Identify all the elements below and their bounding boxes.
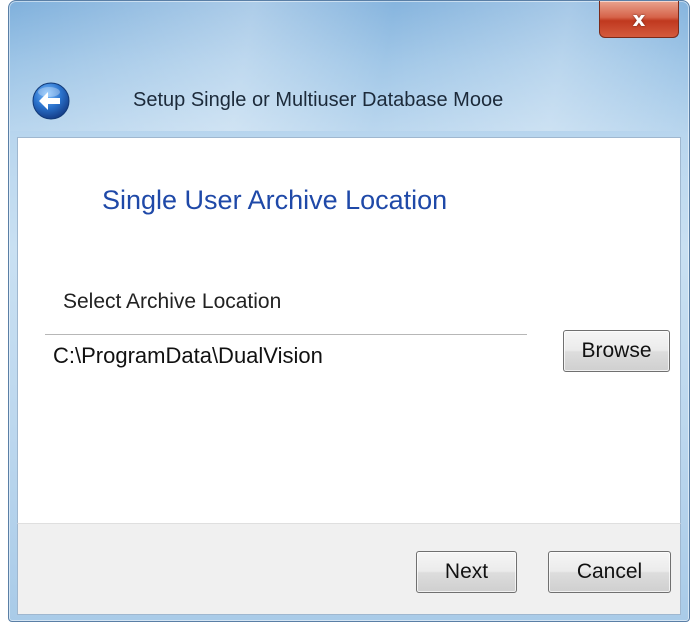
close-icon: x <box>632 7 646 31</box>
archive-path-input[interactable] <box>45 334 527 372</box>
browse-button[interactable]: Browse <box>563 330 670 372</box>
dialog-footer: Next Cancel <box>17 523 681 615</box>
content-panel: Single User Archive Location Select Arch… <box>17 137 681 525</box>
next-button[interactable]: Next <box>416 551 517 593</box>
back-arrow-icon <box>32 82 70 120</box>
cancel-button[interactable]: Cancel <box>548 551 671 593</box>
window-title: Setup Single or Multiuser Database Mooe <box>133 89 504 111</box>
close-button[interactable]: x <box>599 1 679 38</box>
back-button[interactable] <box>31 81 71 121</box>
setup-dialog-window: x Setup Single or Multiuser Database Moo… <box>8 0 690 622</box>
page-heading: Single User Archive Location <box>102 185 448 215</box>
archive-location-label: Select Archive Location <box>63 290 282 313</box>
